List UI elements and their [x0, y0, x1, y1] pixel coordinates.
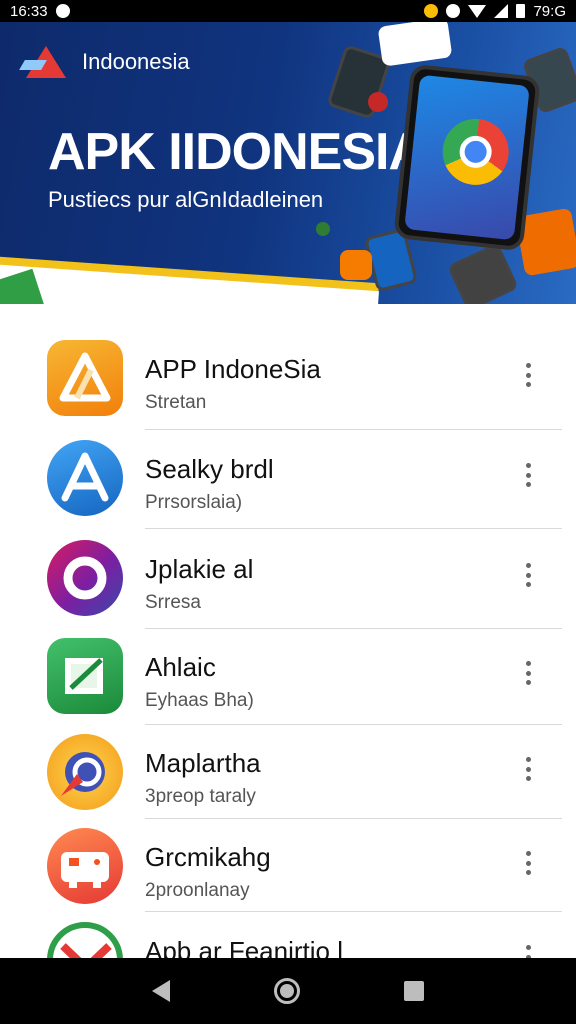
more-options-icon[interactable] — [516, 360, 540, 390]
app-subtitle: Eyhaas Bha) — [145, 690, 254, 711]
back-icon[interactable] — [152, 980, 170, 1002]
list-item[interactable]: Maplartha 3preop taraly — [0, 724, 576, 820]
purple-ring-app-icon — [47, 540, 123, 616]
home-icon[interactable] — [274, 978, 300, 1004]
green-square-app-icon — [47, 638, 123, 714]
more-options-icon[interactable] — [516, 560, 540, 590]
more-options-icon[interactable] — [516, 658, 540, 688]
app-subtitle: 3preop taraly — [145, 786, 256, 807]
status-bar: 16:33 79:G — [0, 0, 576, 22]
app-name: Maplartha — [145, 748, 261, 778]
status-right: 79:G — [424, 3, 566, 20]
phone-illustration-icon — [393, 63, 541, 252]
list-item[interactable]: Jplakie al Srresa — [0, 530, 576, 626]
recents-icon[interactable] — [404, 981, 424, 1001]
app-name: APP IndoneSia — [145, 354, 321, 384]
status-time: 16:33 — [10, 2, 48, 20]
list-item[interactable]: Apb ar Feanirtio l — [0, 912, 576, 958]
brand: Indoonesia — [19, 46, 190, 78]
navigation-bar — [0, 958, 576, 1024]
more-options-icon[interactable] — [516, 754, 540, 784]
more-options-icon[interactable] — [516, 848, 540, 878]
list-item[interactable]: Sealky brdl Prrsorslaia) — [0, 430, 576, 526]
gmail-app-icon — [47, 922, 123, 958]
app-name: Grcmikahg — [145, 842, 271, 872]
status-clock: 79:G — [533, 2, 566, 20]
app-name: Jplakie al — [145, 554, 254, 584]
phone-illustration-icon — [447, 242, 519, 304]
divider — [145, 528, 562, 529]
list-item[interactable]: APP IndoneSia Stretan — [0, 330, 576, 426]
circle-icon — [446, 4, 461, 18]
status-left: 16:33 — [10, 3, 70, 20]
app-list: APP IndoneSia Stretan Sealky brdl Prrsor… — [0, 304, 576, 958]
app-subtitle: Stretan — [145, 392, 207, 413]
app-name: Ahlaic — [145, 652, 216, 682]
notification-icon — [55, 4, 70, 18]
banner-subtitle: Pustiecs pur alGnIdadleinen — [48, 187, 324, 212]
app-store-a-icon — [47, 440, 123, 516]
list-item[interactable]: Grcmikahg 2proonlanay — [0, 818, 576, 914]
battery-icon — [516, 4, 526, 18]
brand-logo-icon — [19, 46, 66, 78]
signal-icon — [494, 4, 509, 18]
warning-triangle-app-icon — [47, 340, 123, 416]
chrome-icon — [424, 4, 439, 18]
more-options-icon[interactable] — [516, 460, 540, 490]
app-name: Apb ar Feanirtio l — [145, 936, 343, 958]
promo-banner[interactable]: Indoonesia APK IIDONESIA Pustiecs pur al… — [0, 22, 576, 304]
app-subtitle: 2proonlanay — [145, 880, 250, 901]
compass-app-icon — [47, 734, 123, 810]
app-subtitle: Prrsorslaia) — [145, 492, 243, 513]
list-item[interactable]: Ahlaic Eyhaas Bha) — [0, 628, 576, 724]
app-tile-icon — [340, 250, 372, 280]
app-tile-icon — [316, 222, 330, 236]
app-name: Sealky brdl — [145, 454, 274, 484]
brand-name: Indoonesia — [82, 49, 190, 74]
app-tile-icon — [368, 92, 388, 112]
chrome-logo-icon — [439, 115, 512, 189]
app-subtitle: Srresa — [145, 592, 201, 613]
banner-title: APK IIDONESIA — [48, 123, 426, 181]
gamepad-app-icon — [47, 828, 123, 904]
wifi-icon — [468, 4, 487, 18]
app-tile-icon — [377, 22, 453, 67]
more-options-icon[interactable] — [516, 942, 540, 958]
